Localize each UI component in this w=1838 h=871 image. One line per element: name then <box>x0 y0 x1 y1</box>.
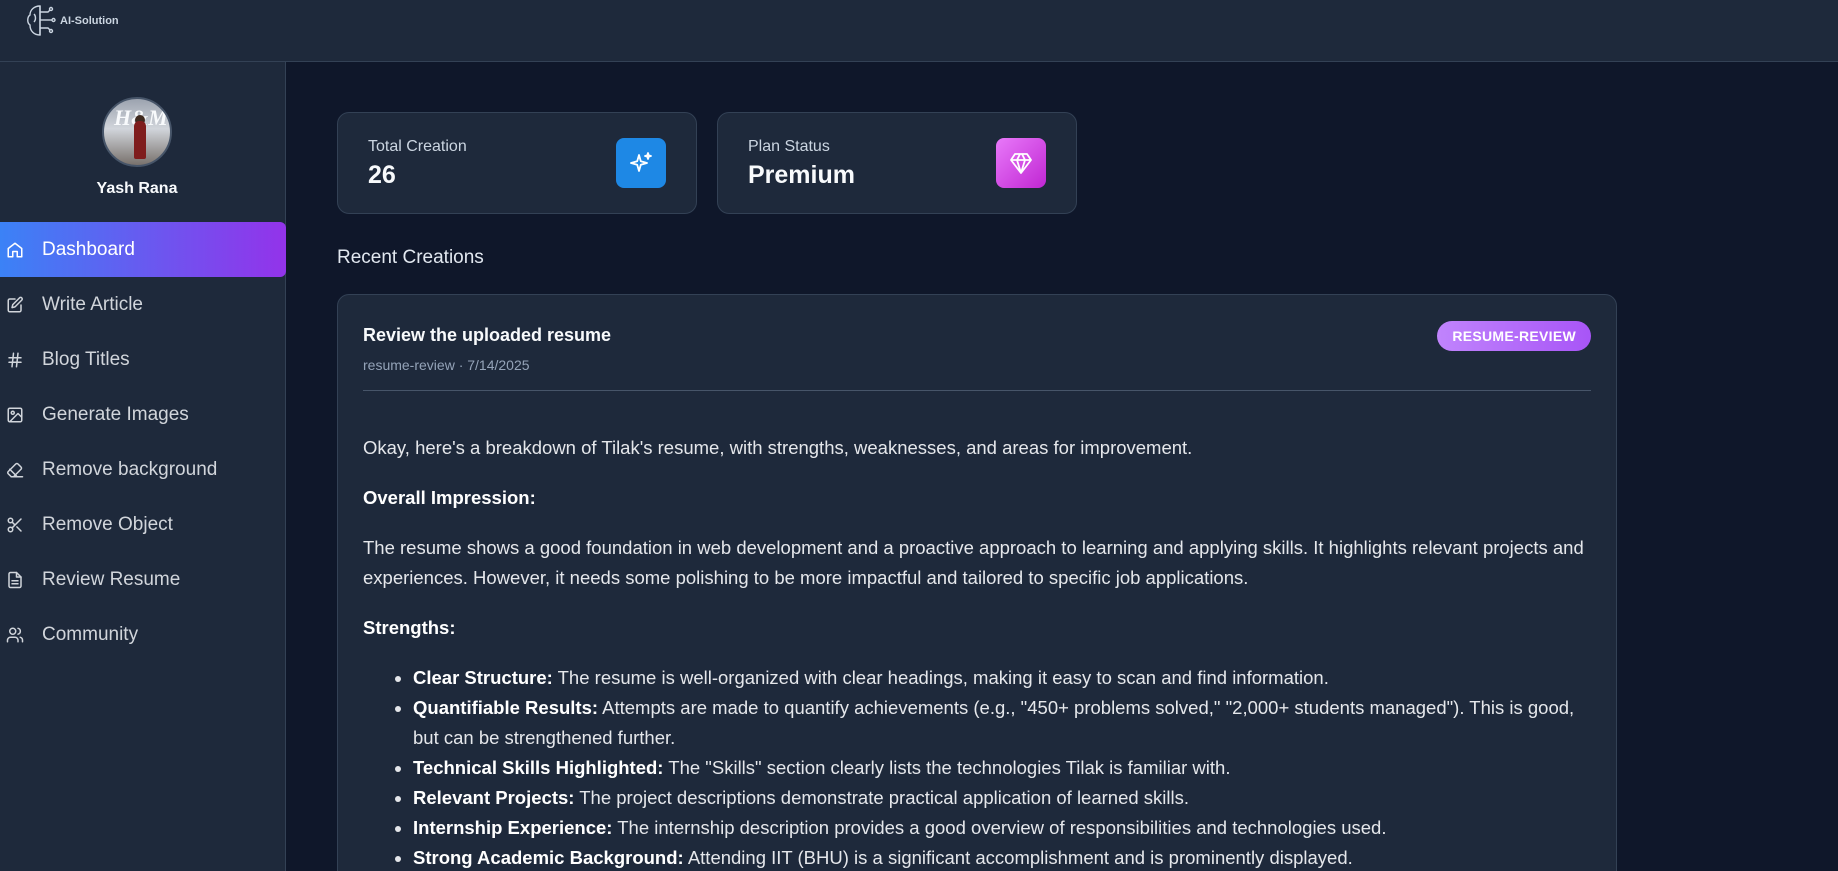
sparkles-badge <box>616 138 666 188</box>
sidebar-item-label: Write Article <box>42 293 144 315</box>
eraser-icon <box>7 462 24 477</box>
sidebar-item-label: Review Resume <box>42 568 181 590</box>
sidebar-item-label: Blog Titles <box>42 348 130 370</box>
gem-icon <box>1010 153 1032 174</box>
list-item: Quantifiable Results: Attempts are made … <box>413 693 1591 753</box>
app-logo-text: AI-Solution <box>60 15 119 27</box>
sidebar-item-remove-object[interactable]: Remove Object <box>0 497 286 552</box>
divider <box>363 390 1591 391</box>
sidebar: H&M Yash Rana Dashboard Write Article Bl… <box>0 62 286 871</box>
creation-meta: resume-review · 7/14/2025 <box>363 357 530 373</box>
file-text-icon <box>8 571 22 588</box>
sparkles-icon <box>630 152 652 172</box>
item-bold: Clear Structure: <box>413 667 553 688</box>
hash-icon <box>8 352 22 367</box>
sidebar-item-label: Community <box>42 623 139 645</box>
list-item: Technical Skills Highlighted: The "Skill… <box>413 753 1591 783</box>
creation-type-badge: RESUME-REVIEW <box>1437 321 1591 351</box>
edit-icon <box>7 296 23 312</box>
item-text: Attending IIT (BHU) is a significant acc… <box>683 847 1353 868</box>
brain-circuit-icon <box>27 5 56 36</box>
recent-creations-heading: Recent Creations <box>337 247 484 268</box>
item-text: The internship description provides a go… <box>612 817 1387 838</box>
stat-label: Plan Status <box>748 138 830 155</box>
total-creation-card: Total Creation 26 <box>337 112 697 214</box>
strengths-heading: Strengths: <box>363 617 456 638</box>
sidebar-item-label: Dashboard <box>42 238 135 260</box>
item-text: The resume is well-organized with clear … <box>552 667 1329 688</box>
strengths-list: Clear Structure: The resume is well-orga… <box>413 663 1591 871</box>
item-bold: Relevant Projects: <box>413 787 575 808</box>
creation-title: Review the uploaded resume <box>363 325 612 345</box>
creation-content: Okay, here's a breakdown of Tilak's resu… <box>363 433 1591 871</box>
creation-card[interactable]: Review the uploaded resume resume-review… <box>337 294 1617 871</box>
stat-label: Total Creation <box>368 138 467 155</box>
item-bold: Quantifiable Results: <box>413 697 599 718</box>
sidebar-item-review-resume[interactable]: Review Resume <box>0 552 286 607</box>
avatar-figure-body <box>134 121 146 159</box>
content-intro: Okay, here's a breakdown of Tilak's resu… <box>363 437 1193 458</box>
list-item: Internship Experience: The internship de… <box>413 813 1591 843</box>
item-bold: Technical Skills Highlighted: <box>413 757 664 778</box>
sidebar-item-dashboard[interactable]: Dashboard <box>0 222 286 277</box>
sidebar-item-remove-background[interactable]: Remove background <box>0 442 286 497</box>
image-icon <box>7 407 23 422</box>
list-item: Strong Academic Background: Attending II… <box>413 843 1591 871</box>
user-name: Yash Rana <box>96 180 178 197</box>
home-icon <box>7 242 23 257</box>
item-bold: Strong Academic Background: <box>413 847 684 868</box>
list-item: Clear Structure: The resume is well-orga… <box>413 663 1591 693</box>
app-logo[interactable]: AI-Solution <box>24 2 119 40</box>
sidebar-item-blog-titles[interactable]: Blog Titles <box>0 332 286 387</box>
top-bar: AI-Solution <box>0 0 1838 62</box>
sidebar-item-label: Remove background <box>42 458 218 480</box>
overall-heading: Overall Impression: <box>363 487 536 508</box>
stat-value: 26 <box>368 161 396 189</box>
overall-text: The resume shows a good foundation in we… <box>363 537 1584 588</box>
stat-value: Premium <box>748 161 855 189</box>
sidebar-item-community[interactable]: Community <box>0 607 286 662</box>
item-text: The "Skills" section clearly lists the t… <box>663 757 1231 778</box>
sidebar-item-label: Remove Object <box>42 513 173 535</box>
sidebar-item-write-article[interactable]: Write Article <box>0 277 286 332</box>
sidebar-item-generate-images[interactable]: Generate Images <box>0 387 286 442</box>
scissors-icon <box>7 517 22 532</box>
sidebar-nav: Dashboard Write Article Blog Titles Gene… <box>0 222 286 662</box>
item-text: The project descriptions demonstrate pra… <box>574 787 1190 808</box>
list-item: Relevant Projects: The project descripti… <box>413 783 1591 813</box>
users-icon <box>6 627 24 642</box>
plan-status-card: Plan Status Premium <box>717 112 1077 214</box>
item-bold: Internship Experience: <box>413 817 613 838</box>
sidebar-item-label: Generate Images <box>42 403 189 425</box>
avatar[interactable]: H&M <box>102 97 172 167</box>
gem-badge <box>996 138 1046 188</box>
